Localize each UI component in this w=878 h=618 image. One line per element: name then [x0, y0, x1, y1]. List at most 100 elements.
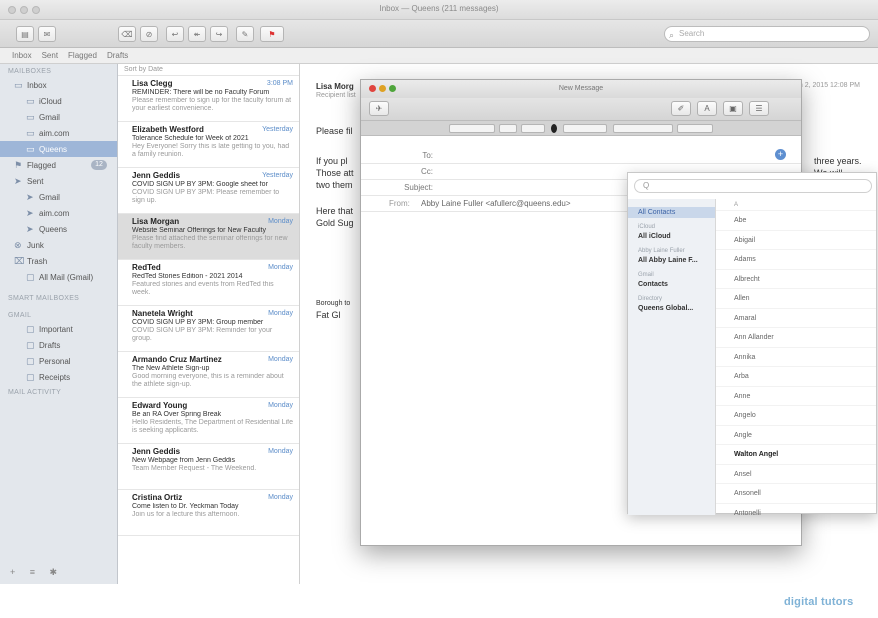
contact-name-item[interactable]: Ansel	[716, 465, 876, 484]
get-mail-button[interactable]: ✉	[38, 26, 56, 42]
compose-title: New Message	[558, 85, 604, 92]
cc-label: Cc:	[421, 167, 433, 176]
sidebar-item-important[interactable]: ▢ Important	[0, 321, 117, 337]
contact-name-item[interactable]: Annika	[716, 348, 876, 367]
contact-name-item[interactable]: Abe	[716, 211, 876, 231]
sidebar-item-trash[interactable]: ⌧ Trash	[0, 253, 117, 269]
sidebar-item-aim-com[interactable]: ▭ aim.com	[0, 125, 117, 141]
message-preview: COVID SIGN UP BY 3PM: Please remember to…	[132, 189, 280, 204]
sidebar-item-drafts[interactable]: ▢ Drafts	[0, 337, 117, 353]
folder-icon: ▢	[26, 272, 35, 282]
contact-name-item[interactable]: Amaral	[716, 309, 876, 328]
flag-button[interactable]: ⚑	[260, 26, 284, 42]
message-body-line: three years.	[814, 156, 862, 166]
contact-name-item[interactable]: Angle	[716, 426, 876, 445]
message-row[interactable]: Jenn Geddis Yesterday COVID SIGN UP BY 3PM…	[118, 168, 299, 214]
format-button[interactable]: A	[697, 101, 717, 116]
contact-group-item[interactable]: All iCloud	[628, 231, 715, 242]
message-row[interactable]: Lisa Morgan Monday Website Seminar Offerin…	[118, 214, 299, 260]
contact-name-item[interactable]: Ansonell	[716, 484, 876, 504]
contact-group-item[interactable]: Contacts	[628, 279, 715, 290]
reply-all-button[interactable]: ↞	[188, 26, 206, 42]
message-row[interactable]: Armando Cruz Martinez Monday The New Athle…	[118, 352, 299, 398]
color-picker[interactable]	[521, 124, 545, 133]
contact-name-item[interactable]: Arba	[716, 367, 876, 387]
send-icon: ✈	[375, 104, 383, 113]
message-row[interactable]: Edward Young Monday Be an RA Over Spring B…	[118, 398, 299, 444]
sent-icon: ➤	[14, 176, 22, 186]
message-row[interactable]: Nanetela Wright Monday COVID SIGN UP BY 3P…	[118, 306, 299, 352]
contact-name-item[interactable]: Walton Angel	[716, 445, 876, 465]
favorite-inbox[interactable]: Inbox	[12, 51, 32, 60]
smart-mailboxes-header: SMART MAILBOXES	[8, 295, 80, 302]
alignment-group[interactable]	[613, 124, 673, 133]
forward-button[interactable]: ↪	[210, 26, 228, 42]
text-color-swatch[interactable]	[551, 124, 557, 133]
bold-italic-underline-group[interactable]	[563, 124, 607, 133]
font-size-select[interactable]	[499, 124, 517, 133]
message-body-line: Gold Sug	[316, 218, 354, 228]
message-row[interactable]: RedTed Monday RedTed Stories Edition - 202…	[118, 260, 299, 306]
message-row[interactable]: Cristina Ortiz Monday Come listen to Dr. Y…	[118, 490, 299, 536]
compose-close-button[interactable]	[369, 85, 376, 92]
contact-name-item[interactable]: Adams	[716, 250, 876, 270]
reply-button[interactable]: ↩	[166, 26, 184, 42]
to-field[interactable]	[439, 149, 779, 162]
delete-button[interactable]: ⌫	[118, 26, 136, 42]
junk-button[interactable]: ⊘	[140, 26, 158, 42]
contact-group-item[interactable]: Queens Global...	[628, 303, 715, 314]
mailbox-icon: ▤	[21, 29, 29, 39]
sidebar-item-gmail[interactable]: ➤ Gmail	[0, 189, 117, 205]
header-fields-button[interactable]: ☰	[749, 101, 769, 116]
search-field[interactable]: ⌕ Search	[664, 26, 870, 42]
contact-name-item[interactable]: Abigail	[716, 231, 876, 250]
contact-name-item[interactable]: Albrecht	[716, 270, 876, 289]
message-signoff-line: Borough to	[316, 300, 351, 307]
font-family-select[interactable]	[449, 124, 495, 133]
message-row[interactable]: Jenn Geddis Monday New Webpage from Jenn G…	[118, 444, 299, 490]
message-preview: COVID SIGN UP BY 3PM: Reminder for your …	[132, 327, 273, 342]
sidebar-item-inbox[interactable]: ▭ Inbox	[0, 77, 117, 93]
indent-group[interactable]	[677, 124, 713, 133]
sidebar-item-junk[interactable]: ⊗ Junk	[0, 237, 117, 253]
sort-control[interactable]: Sort by Date	[118, 64, 299, 76]
sidebar-item-label: Gmail	[39, 113, 60, 122]
from-select[interactable]: Abby Laine Fuller <afullerc@queens.edu>	[421, 199, 571, 208]
add-contact-icon[interactable]: +	[775, 149, 786, 160]
sidebar-item-receipts[interactable]: ▢ Receipts	[0, 369, 117, 385]
video-play-button[interactable]	[361, 218, 533, 368]
photo-browser-button[interactable]: ▣	[723, 101, 743, 116]
send-button[interactable]: ✈	[369, 101, 389, 116]
sidebar-item-all-mail-gmail-[interactable]: ▢ All Mail (Gmail)	[0, 269, 117, 285]
contact-name-item[interactable]: Allen	[716, 289, 876, 309]
contact-name-item[interactable]: Antonelli	[716, 504, 876, 516]
contact-group-item[interactable]: All Abby Laine F...	[628, 255, 715, 266]
favorite-drafts[interactable]: Drafts	[107, 51, 128, 60]
sidebar-item-icloud[interactable]: ▭ iCloud	[0, 93, 117, 109]
mailbox-toggle-button[interactable]: ▤	[16, 26, 34, 42]
sidebar-item-label: Sent	[27, 177, 44, 186]
attach-button[interactable]: ✐	[671, 101, 691, 116]
sidebar-item-sent[interactable]: ➤ Sent	[0, 173, 117, 189]
contacts-search-field[interactable]: Q	[634, 179, 872, 193]
contact-name-item[interactable]: Angelo	[716, 406, 876, 426]
message-row[interactable]: Elizabeth Westford Yesterday Tolerance Sch…	[118, 122, 299, 168]
sidebar-item-flagged[interactable]: ⚑ Flagged 12	[0, 157, 117, 173]
junk-icon: ⊗	[14, 240, 22, 250]
favorite-flagged[interactable]: Flagged	[68, 51, 97, 60]
contact-name-item[interactable]: Anne	[716, 387, 876, 406]
sidebar-item-queens[interactable]: ➤ Queens	[0, 221, 117, 237]
sidebar-item-personal[interactable]: ▢ Personal	[0, 353, 117, 369]
compose-zoom-button[interactable]	[389, 85, 396, 92]
compose-minimize-button[interactable]	[379, 85, 386, 92]
favorite-sent[interactable]: Sent	[42, 51, 58, 60]
compose-button[interactable]: ✎	[236, 26, 254, 42]
contact-name-item[interactable]: Ann Allander	[716, 328, 876, 348]
sidebar-item-gmail[interactable]: ▭ Gmail	[0, 109, 117, 125]
message-row[interactable]: Lisa Clegg 3:08 PM REMINDER: There will be…	[118, 76, 299, 122]
sidebar-footer-controls[interactable]: + ≡ ✱	[10, 567, 63, 578]
sidebar-item-queens[interactable]: ▭ Queens	[0, 141, 117, 157]
message-body-line: If you pl	[316, 156, 348, 166]
sidebar-item-aim-com[interactable]: ➤ aim.com	[0, 205, 117, 221]
contact-group-item[interactable]: All Contacts	[628, 207, 715, 218]
